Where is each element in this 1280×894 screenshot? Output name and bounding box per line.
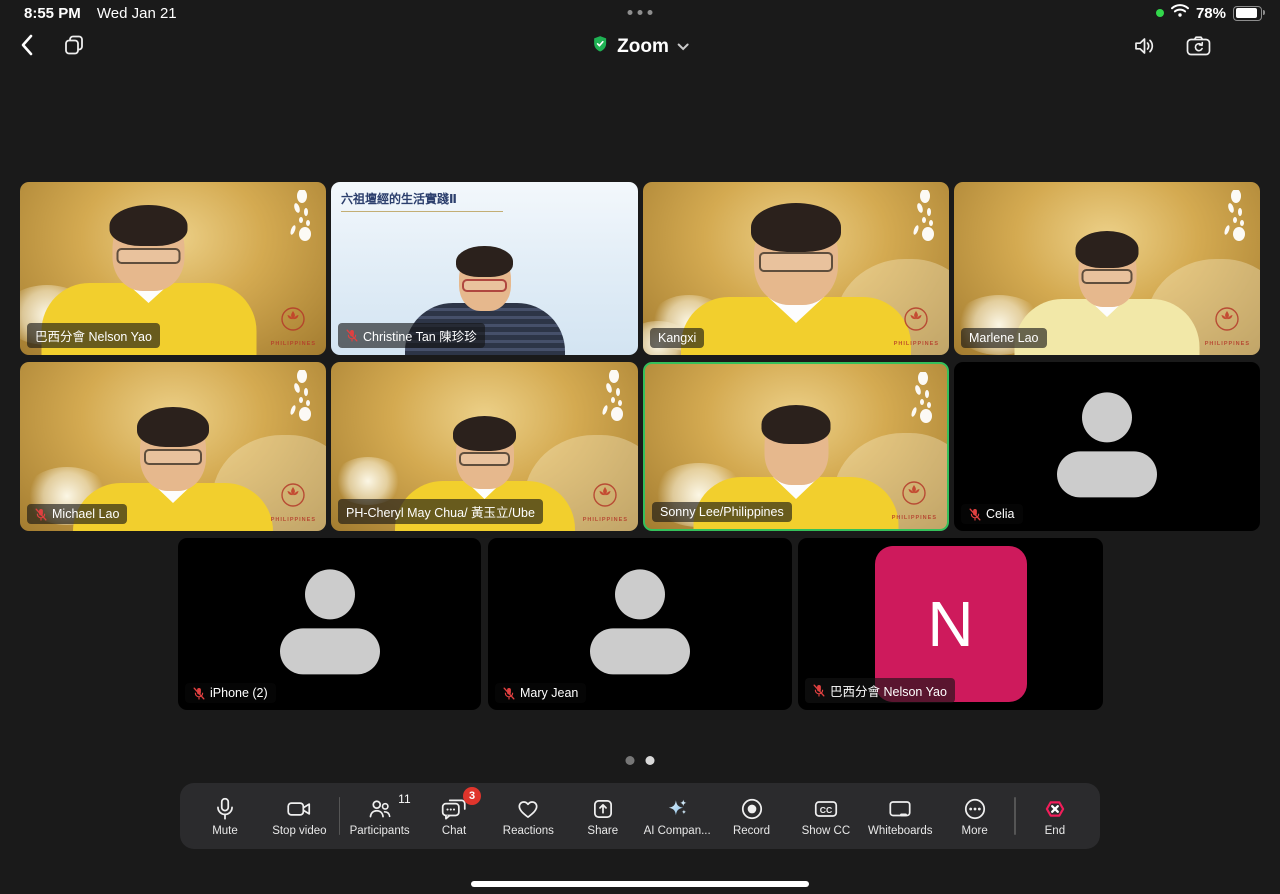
philippines-map-watermark bbox=[284, 370, 316, 427]
battery-icon bbox=[1233, 6, 1262, 21]
participant-name-tag: Marlene Lao bbox=[961, 328, 1047, 348]
record-button[interactable]: Record bbox=[717, 796, 787, 837]
participant-name-tag: iPhone (2) bbox=[185, 683, 276, 703]
more-button[interactable]: More bbox=[940, 796, 1010, 837]
meeting-nav-bar: Zoom bbox=[0, 26, 1280, 72]
philippines-map-watermark bbox=[596, 370, 628, 427]
philippines-map-watermark bbox=[907, 190, 939, 247]
reactions-button[interactable]: Reactions bbox=[493, 796, 563, 837]
end-call-button[interactable]: End bbox=[1020, 796, 1090, 837]
video-tile[interactable]: PHILIPPINES Kangxi bbox=[643, 182, 949, 355]
muted-mic-icon bbox=[503, 687, 515, 700]
muted-mic-icon bbox=[969, 508, 981, 521]
meeting-title-dropdown[interactable]: Zoom bbox=[591, 34, 689, 59]
stop-video-button[interactable]: Stop video bbox=[264, 796, 334, 837]
app-windows-icon[interactable] bbox=[62, 33, 86, 57]
avatar-silhouette bbox=[1057, 392, 1157, 497]
blia-logo: PHILIPPINES bbox=[894, 304, 939, 347]
video-tile[interactable]: PHILIPPINES 巴西分會 Nelson Yao bbox=[20, 182, 326, 355]
end-call-icon bbox=[1042, 796, 1068, 822]
ai-companion-icon bbox=[664, 796, 690, 822]
switch-camera-icon[interactable] bbox=[1185, 34, 1212, 58]
muted-mic-icon bbox=[813, 684, 825, 697]
video-tile[interactable]: N 巴西分會 Nelson Yao bbox=[798, 538, 1103, 710]
video-tile[interactable]: Celia bbox=[954, 362, 1260, 531]
record-icon bbox=[739, 796, 765, 822]
video-camera-icon bbox=[285, 796, 313, 822]
participant-name-tag: Christine Tan 陳珍珍 bbox=[338, 323, 485, 348]
participant-name-tag: Mary Jean bbox=[495, 683, 586, 703]
svg-text:CC: CC bbox=[820, 804, 832, 814]
meeting-controls-toolbar: Mute Stop video 11 Participants 3 Chat R… bbox=[180, 783, 1100, 849]
video-tile[interactable]: Mary Jean bbox=[488, 538, 792, 710]
toolbar-divider bbox=[339, 797, 341, 835]
philippines-map-watermark bbox=[284, 190, 316, 247]
clock-date: Wed Jan 21 bbox=[97, 5, 177, 22]
muted-mic-icon bbox=[346, 329, 358, 342]
mute-button[interactable]: Mute bbox=[190, 796, 260, 837]
clock-time: 8:55 PM bbox=[24, 5, 81, 22]
participant-name-tag: 巴西分會 Nelson Yao bbox=[27, 323, 160, 348]
chat-unread-badge: 3 bbox=[463, 787, 481, 805]
participant-name-tag: Sonny Lee/Philippines bbox=[652, 502, 792, 522]
gallery-view-grid-icon[interactable] bbox=[1239, 35, 1262, 58]
chat-button[interactable]: 3 Chat bbox=[419, 796, 489, 837]
back-chevron-icon[interactable] bbox=[16, 32, 40, 58]
philippines-map-watermark bbox=[905, 372, 937, 429]
share-button[interactable]: Share bbox=[568, 796, 638, 837]
wifi-icon bbox=[1171, 4, 1189, 22]
chevron-down-icon bbox=[677, 38, 689, 56]
participant-name-tag: Celia bbox=[961, 504, 1023, 524]
mic-in-use-dot bbox=[1156, 9, 1164, 17]
blia-logo: PHILIPPINES bbox=[271, 304, 316, 347]
philippines-map-watermark bbox=[1218, 190, 1250, 247]
security-shield-icon bbox=[591, 34, 609, 59]
muted-mic-icon bbox=[193, 687, 205, 700]
page-dot-2-active[interactable] bbox=[646, 756, 655, 765]
whiteboard-icon bbox=[886, 796, 914, 822]
speaker-icon[interactable] bbox=[1132, 34, 1158, 58]
participants-icon bbox=[367, 796, 393, 822]
participant-name-tag: 巴西分會 Nelson Yao bbox=[805, 678, 955, 703]
blia-logo: PHILIPPINES bbox=[271, 480, 316, 523]
page-indicator[interactable] bbox=[626, 756, 655, 765]
home-indicator[interactable] bbox=[471, 881, 809, 887]
muted-mic-icon bbox=[35, 508, 47, 521]
participant-name-tag: Kangxi bbox=[650, 328, 704, 348]
participants-button[interactable]: 11 Participants bbox=[345, 796, 415, 837]
whiteboards-button[interactable]: Whiteboards bbox=[865, 796, 935, 837]
toolbar-divider bbox=[1014, 797, 1016, 835]
video-tile[interactable]: PHILIPPINES Marlene Lao bbox=[954, 182, 1260, 355]
show-cc-button[interactable]: CC Show CC bbox=[791, 796, 861, 837]
more-icon bbox=[962, 796, 988, 822]
avatar-silhouette bbox=[280, 569, 380, 674]
share-icon bbox=[590, 796, 616, 822]
participant-name-tag: Michael Lao bbox=[27, 504, 127, 524]
heart-icon bbox=[515, 796, 541, 822]
blia-logo: PHILIPPINES bbox=[892, 478, 937, 521]
microphone-icon bbox=[212, 796, 238, 822]
zoom-meeting-screen: 8:55 PM Wed Jan 21 78% Zoom bbox=[0, 0, 1280, 894]
video-tile[interactable]: PHILIPPINES Michael Lao bbox=[20, 362, 326, 531]
blia-logo: PHILIPPINES bbox=[1205, 304, 1250, 347]
video-tile[interactable]: 六祖壇經的生活實踐Ⅱ Christine Tan 陳珍珍 bbox=[331, 182, 638, 355]
participant-name-tag: PH-Cheryl May Chua/ 黃玉立/Ube bbox=[338, 499, 543, 524]
closed-captions-icon: CC bbox=[812, 796, 840, 822]
battery-percent: 78% bbox=[1196, 5, 1226, 22]
page-dot-1[interactable] bbox=[626, 756, 635, 765]
participants-count: 11 bbox=[398, 792, 410, 806]
avatar-silhouette bbox=[590, 569, 690, 674]
video-tile[interactable]: PHILIPPINES PH-Cheryl May Chua/ 黃玉立/Ube bbox=[331, 362, 638, 531]
ai-companion-button[interactable]: AI Compan... bbox=[642, 796, 712, 837]
video-tile[interactable]: iPhone (2) bbox=[178, 538, 481, 710]
multitasking-ellipsis-icon[interactable] bbox=[628, 10, 653, 15]
blia-logo: PHILIPPINES bbox=[583, 480, 628, 523]
slide-title-text: 六祖壇經的生活實踐Ⅱ bbox=[341, 190, 503, 212]
app-title: Zoom bbox=[617, 36, 669, 58]
video-tile-active-speaker[interactable]: PHILIPPINES Sonny Lee/Philippines bbox=[643, 362, 949, 531]
status-bar: 8:55 PM Wed Jan 21 78% bbox=[0, 0, 1280, 26]
